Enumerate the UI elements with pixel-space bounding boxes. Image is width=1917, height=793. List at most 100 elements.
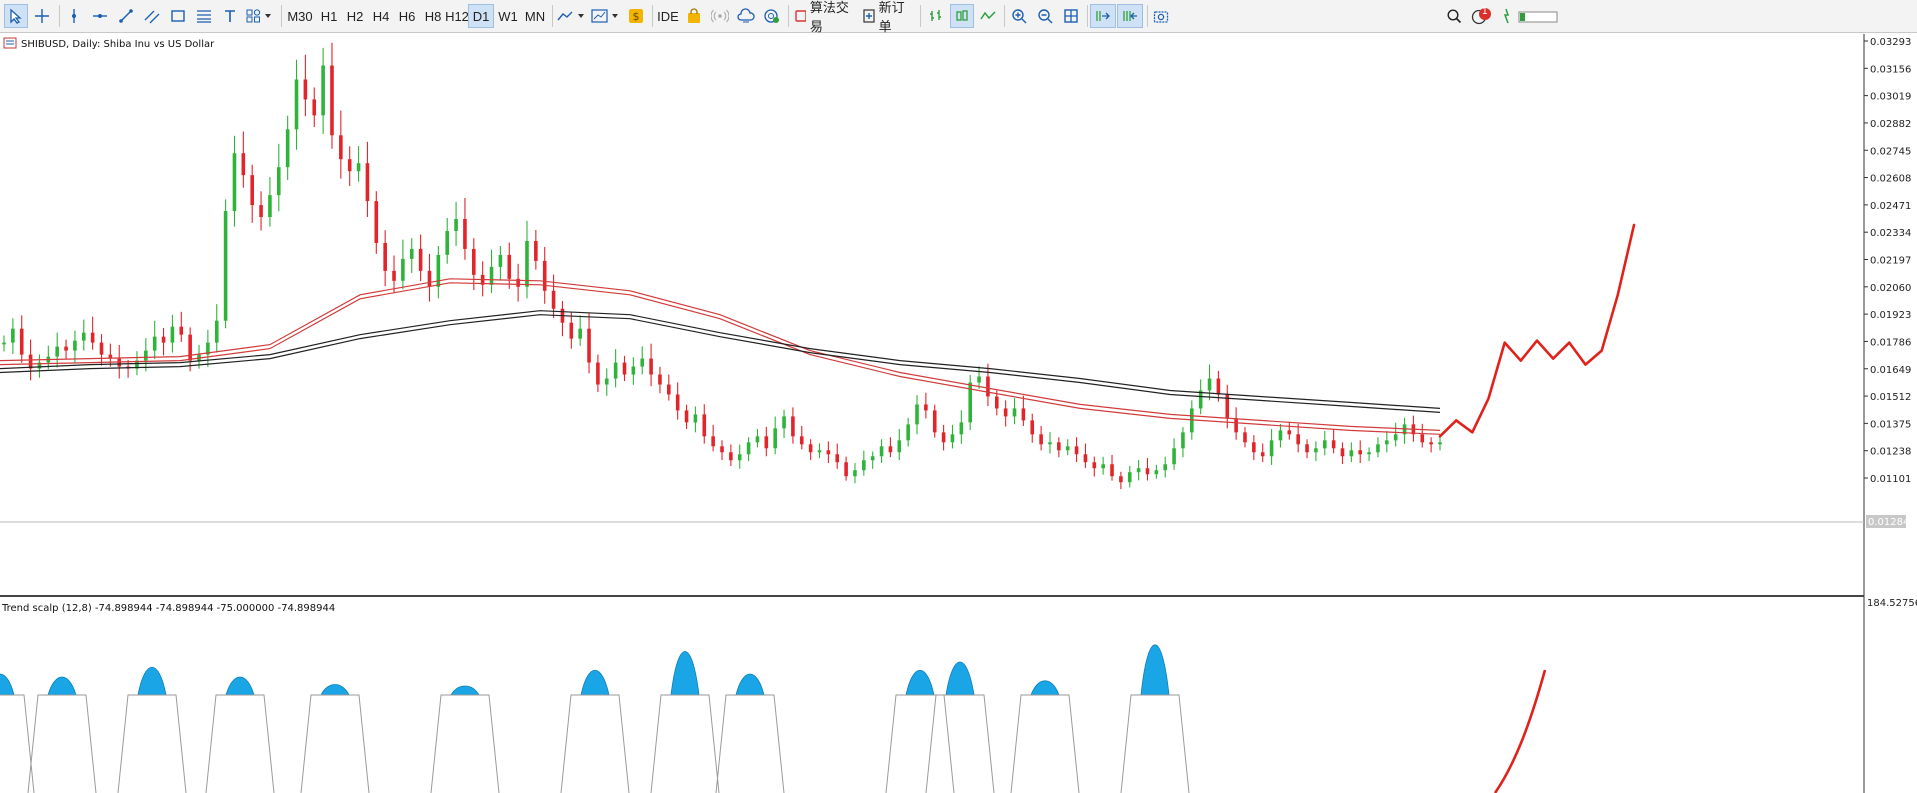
candle-body (1358, 450, 1363, 455)
chart-type-dropdown[interactable] (556, 4, 588, 28)
rectangle-icon (171, 10, 185, 22)
candle-body (28, 354, 33, 369)
horizontal-line-button[interactable] (88, 4, 112, 28)
candle-body (542, 260, 547, 291)
trendline-button[interactable] (114, 4, 138, 28)
candle-body (55, 346, 59, 357)
chart-shift-button[interactable] (1117, 4, 1143, 28)
ide-button[interactable]: IDE (656, 4, 680, 28)
candle-body (409, 248, 414, 259)
candle-body (73, 340, 77, 351)
price-tick-label: 0.01786 (1870, 337, 1911, 348)
line-chart-button[interactable] (976, 4, 1000, 28)
candle-body (1083, 454, 1088, 463)
price-tick-label: 0.01923 (1870, 310, 1911, 321)
cursor-tool-button[interactable] (4, 4, 28, 28)
timeframe-h1[interactable]: H1 (316, 4, 342, 28)
candle-body (888, 446, 893, 453)
timeframe-h6[interactable]: H6 (394, 4, 420, 28)
candle-body (853, 470, 857, 477)
vertical-line-button[interactable] (62, 4, 86, 28)
candle-body (1340, 448, 1345, 457)
connection-status[interactable] (1503, 4, 1561, 28)
screenshot-button[interactable] (1150, 4, 1172, 28)
candle-body (613, 362, 618, 379)
price-tick-label: 0.03293 (1870, 37, 1911, 48)
current-price-tag: 0.01284 (1868, 517, 1909, 528)
candle-body (11, 328, 15, 343)
algo-trading-button[interactable]: 算法交易 (794, 0, 854, 34)
zoom-out-button[interactable] (1034, 4, 1056, 28)
candle-body (1269, 440, 1274, 457)
candle-body (994, 396, 999, 409)
fibonacci-button[interactable] (192, 4, 216, 28)
candle-body (649, 358, 653, 375)
market-button[interactable]: $ (625, 4, 647, 28)
candle-body (1322, 440, 1327, 449)
candle-body (826, 450, 831, 455)
algo-trading-label: 算法交易 (809, 0, 849, 34)
candle-body (1021, 408, 1026, 421)
candle-body (1048, 442, 1052, 445)
templates-dropdown[interactable] (590, 4, 622, 28)
timeframe-m30[interactable]: M30 (285, 4, 315, 28)
shopping-bag-button[interactable] (683, 4, 705, 28)
candle-body (90, 332, 95, 343)
candle-body (835, 454, 840, 463)
zoom-in-icon (1012, 9, 1027, 24)
stop-square-icon (795, 10, 806, 22)
candle-body (667, 384, 671, 395)
shapes-dropdown-button[interactable] (244, 4, 276, 28)
candle-body (507, 254, 512, 279)
candle-body (445, 230, 450, 255)
candle-body (791, 416, 795, 437)
candle-body (1243, 432, 1247, 443)
search-button[interactable] (1443, 4, 1465, 28)
candle-body (959, 422, 964, 435)
horizontal-line-icon (93, 14, 107, 18)
autoscroll-button[interactable] (1090, 4, 1116, 28)
timeframe-d1[interactable]: D1 (468, 4, 494, 28)
candle-body (19, 328, 24, 355)
vps-button[interactable] (735, 4, 757, 28)
symbol-header: SHIBUSD, Daily: Shiba Inu vs US Dollar (3, 37, 215, 50)
cursor-icon (10, 8, 22, 24)
text-tool-button[interactable] (218, 4, 242, 28)
candle-body (1119, 476, 1123, 483)
signal-broadcast-icon (711, 9, 729, 23)
timeframe-mn[interactable]: MN (521, 4, 549, 28)
candle-body (427, 270, 432, 287)
notification-count: 1 (1482, 6, 1488, 17)
candle-body (844, 462, 848, 477)
candle-body (81, 332, 86, 341)
chart-shift-icon (1123, 11, 1137, 21)
notifications-button[interactable]: 1 (1470, 4, 1496, 28)
channel-button[interactable] (140, 4, 164, 28)
price-tick-label: 0.01512 (1870, 392, 1911, 403)
bar-chart-button[interactable] (924, 4, 948, 28)
candle-body (1420, 434, 1425, 443)
candle-body (365, 163, 370, 202)
candlestick-chart-button[interactable] (950, 4, 974, 28)
zoom-in-button[interactable] (1008, 4, 1030, 28)
candle-body (977, 376, 981, 383)
candle-body (1393, 434, 1398, 441)
chart-area[interactable]: 0.03293 0.03156 0.03019 0.02882 0.02745 0.026… (0, 34, 1917, 793)
candle-body (1110, 464, 1114, 477)
price-tick-label: 0.01375 (1870, 419, 1911, 430)
candle-body (906, 424, 910, 441)
candle-body (285, 129, 290, 168)
new-order-button[interactable]: 新订单 (862, 0, 914, 34)
strategy-tester-button[interactable] (761, 4, 783, 28)
price-tick-label: 0.02471 (1870, 201, 1911, 212)
crosshair-tool-button[interactable] (30, 4, 54, 28)
tile-windows-button[interactable] (1060, 4, 1082, 28)
timeframe-h4[interactable]: H4 (368, 4, 394, 28)
candle-body (1003, 408, 1008, 417)
candle-body (241, 153, 246, 176)
timeframe-w1[interactable]: W1 (495, 4, 521, 28)
candle-body (144, 350, 148, 361)
timeframe-h2[interactable]: H2 (342, 4, 368, 28)
signals-button[interactable] (709, 4, 731, 28)
rectangle-button[interactable] (166, 4, 190, 28)
